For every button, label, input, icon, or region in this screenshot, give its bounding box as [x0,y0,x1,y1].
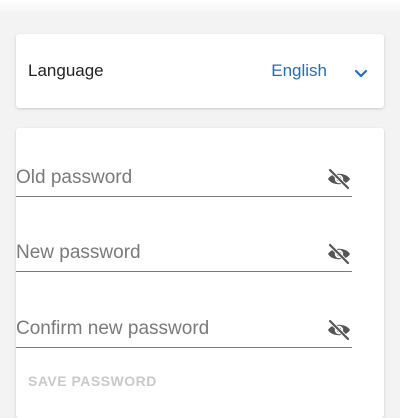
confirm-password-field [16,311,352,348]
eye-off-icon[interactable] [326,243,352,265]
confirm-password-input[interactable] [16,315,306,343]
top-bar-edge [0,0,400,14]
save-password-button[interactable]: SAVE PASSWORD [28,373,157,389]
chevron-down-icon [354,66,368,78]
language-dropdown[interactable]: English [271,58,368,84]
language-label: Language [28,61,104,80]
old-password-input[interactable] [16,164,306,192]
new-password-field [16,235,352,272]
language-selected-value: English [271,61,327,80]
eye-off-icon[interactable] [326,168,352,190]
eye-off-icon[interactable] [326,319,352,341]
language-card: Language English [16,34,384,108]
new-password-input[interactable] [16,239,306,267]
old-password-field [16,160,352,197]
